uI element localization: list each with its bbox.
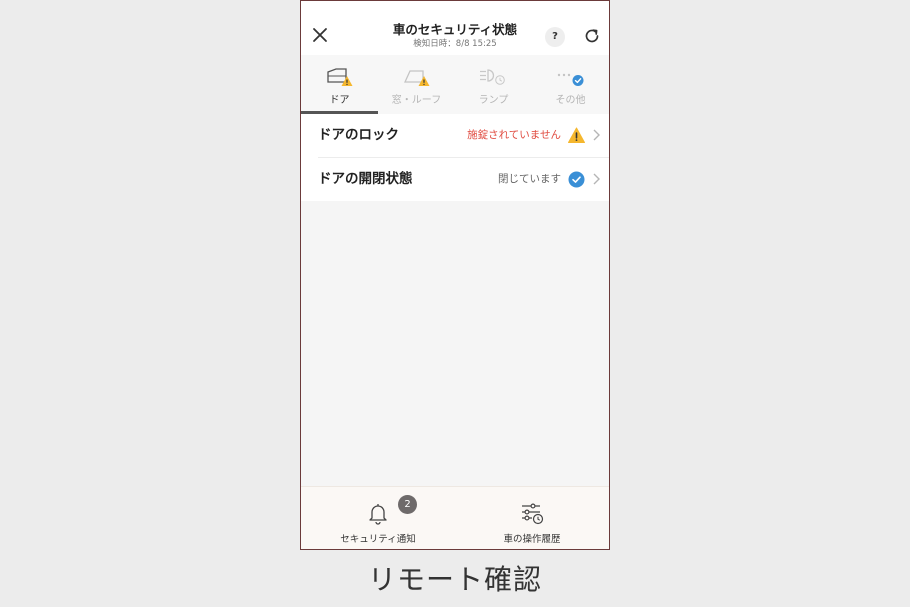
more-check-icon bbox=[557, 73, 583, 86]
tab-door-label: ドア bbox=[329, 95, 350, 106]
detection-time: 検知日時：8/8 15:25 bbox=[413, 39, 497, 49]
tab-other-label: その他 bbox=[555, 95, 586, 106]
row-label: ドアの開閉状態 bbox=[318, 171, 413, 187]
header: 車のセキュリティ状態 検知日時：8/8 15:25 ? bbox=[301, 1, 609, 55]
caption-text: リモート確認 bbox=[367, 563, 542, 596]
security-notification-button[interactable]: 2 セキュリティ通知 bbox=[301, 487, 455, 549]
tab-lamp-label: ランプ bbox=[478, 95, 509, 106]
chevron-right-icon bbox=[593, 173, 600, 185]
history-sliders-icon bbox=[522, 503, 544, 525]
tab-lamp[interactable]: ランプ bbox=[455, 55, 532, 114]
bell-icon bbox=[369, 504, 387, 525]
header-title-group: 車のセキュリティ状態 検知日時：8/8 15:25 bbox=[361, 22, 549, 50]
row-status-text: 閉じています bbox=[498, 173, 561, 185]
tab-window-roof[interactable]: 窓・ルーフ bbox=[378, 55, 455, 114]
close-icon[interactable] bbox=[311, 26, 329, 44]
tab-window-roof-label: 窓・ルーフ bbox=[391, 95, 442, 106]
operation-history-button[interactable]: 車の操作履歴 bbox=[455, 487, 609, 549]
door-warning-icon bbox=[326, 68, 352, 86]
list-item-door-open-state[interactable]: ドアの開閉状態 閉じています bbox=[301, 158, 609, 201]
tab-other[interactable]: その他 bbox=[532, 55, 609, 114]
warning-icon bbox=[568, 127, 585, 143]
list-item-door-lock[interactable]: ドアのロック 施錠されていません bbox=[301, 114, 609, 157]
help-button[interactable]: ? bbox=[545, 27, 565, 47]
lamp-icon bbox=[479, 69, 505, 85]
window-warning-icon bbox=[403, 70, 429, 86]
reload-icon[interactable] bbox=[583, 27, 601, 45]
chevron-right-icon bbox=[593, 129, 600, 141]
phone-screen: 車のセキュリティ状態 検知日時：8/8 15:25 ? ドア 窓・ルーフ ランプ… bbox=[300, 0, 610, 550]
row-label: ドアのロック bbox=[318, 127, 399, 143]
operation-history-label: 車の操作履歴 bbox=[503, 534, 561, 545]
category-tabs: ドア 窓・ルーフ ランプ その他 bbox=[301, 55, 609, 114]
check-circle-icon bbox=[568, 171, 585, 188]
security-notification-label: セキュリティ通知 bbox=[340, 534, 416, 545]
bottom-bar: 2 セキュリティ通知 車の操作履歴 bbox=[301, 486, 609, 549]
tab-door[interactable]: ドア bbox=[301, 55, 378, 114]
page-title: 車のセキュリティ状態 bbox=[392, 22, 518, 37]
notification-count-badge: 2 bbox=[398, 495, 417, 514]
row-status-text: 施錠されていません bbox=[467, 129, 561, 141]
status-list: ドアのロック 施錠されていません ドアの開閉状態 閉じています bbox=[301, 114, 609, 201]
